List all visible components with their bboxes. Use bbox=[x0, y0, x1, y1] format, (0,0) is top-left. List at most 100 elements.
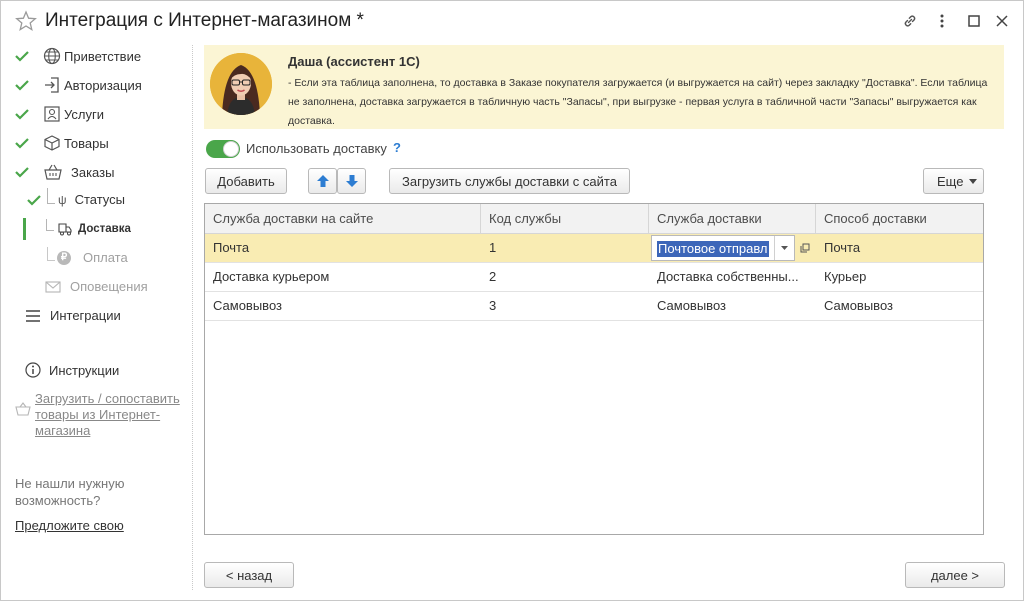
use-delivery-toggle[interactable] bbox=[206, 140, 240, 158]
table-row[interactable]: Доставка курьером 2 Доставка собственны.… bbox=[205, 263, 983, 292]
arrow-down-icon bbox=[345, 175, 358, 187]
sidebar-item-welcome[interactable]: Приветствие bbox=[15, 47, 141, 65]
sidebar-item-label: Оплата bbox=[83, 250, 128, 265]
service-editor[interactable]: Почтовое отправл bbox=[651, 235, 795, 261]
sidebar-item-instructions[interactable]: Инструкции bbox=[25, 362, 119, 378]
title-bar: Интеграция с Интернет-магазином * bbox=[1, 1, 1023, 41]
cell-code[interactable]: 2 bbox=[481, 263, 649, 291]
sidebar-subitem-notifications[interactable]: Оповещения bbox=[45, 279, 148, 294]
hamburger-icon bbox=[26, 309, 40, 322]
load-goods-link-text[interactable]: Загрузить / сопоставить товары из Интерн… bbox=[35, 391, 180, 438]
app-window: Интеграция с Интернет-магазином * Привет… bbox=[0, 0, 1024, 601]
suggest-link[interactable]: Предложите свою bbox=[15, 518, 124, 533]
move-down-button[interactable] bbox=[337, 168, 366, 194]
next-button[interactable]: далее > bbox=[905, 562, 1005, 588]
load-goods-link[interactable]: Загрузить / сопоставить товары из Интерн… bbox=[35, 391, 185, 439]
check-icon bbox=[15, 167, 29, 178]
sidebar-item-integrations[interactable]: Интеграции bbox=[25, 308, 121, 323]
table-row[interactable]: Самовывоз 3 Самовывоз Самовывоз bbox=[205, 292, 983, 321]
info-icon bbox=[25, 362, 41, 378]
more-button-label: Еще bbox=[937, 173, 964, 189]
sidebar-item-services[interactable]: Услуги bbox=[15, 105, 104, 123]
chevron-down-icon bbox=[781, 246, 788, 250]
sidebar-item-label: Товары bbox=[64, 135, 109, 151]
sidebar-item-label: Доставка bbox=[78, 223, 131, 235]
help-icon[interactable]: ? bbox=[393, 140, 401, 155]
services-icon bbox=[44, 106, 60, 122]
cell-service[interactable]: Доставка собственны... bbox=[649, 263, 809, 291]
cell-code[interactable]: 1 bbox=[481, 234, 649, 262]
link-icon[interactable] bbox=[900, 11, 920, 31]
service-editor-value[interactable]: Почтовое отправл bbox=[657, 241, 769, 257]
globe-icon bbox=[43, 47, 61, 65]
current-step-marker bbox=[23, 218, 26, 240]
sidebar-item-label: Оповещения bbox=[70, 279, 148, 294]
check-icon bbox=[27, 194, 41, 206]
delivery-icon bbox=[58, 223, 72, 236]
hint-text: Не нашли нужную возможность? bbox=[15, 476, 125, 508]
sidebar-subitem-statuses[interactable]: ψ Статусы bbox=[27, 187, 126, 207]
favorite-star-icon[interactable] bbox=[15, 10, 37, 32]
cell-service[interactable]: Самовывоз bbox=[649, 292, 809, 320]
sidebar-subitem-delivery[interactable]: Доставка bbox=[23, 218, 131, 240]
maximize-icon[interactable] bbox=[964, 11, 984, 31]
chevron-down-icon bbox=[969, 178, 978, 184]
table-header: Служба доставки на сайте Код службы Служ… bbox=[205, 204, 983, 234]
assistant-avatar bbox=[210, 53, 272, 115]
sidebar-item-label: Услуги bbox=[64, 106, 104, 122]
add-button[interactable]: Добавить bbox=[205, 168, 287, 194]
assistant-panel: Даша (ассистент 1С) - Если эта таблица з… bbox=[204, 45, 1004, 129]
table-row[interactable]: Почта 1 Почтовое отправл Почта bbox=[205, 234, 983, 263]
column-header[interactable]: Код службы bbox=[481, 204, 649, 234]
arrow-up-icon bbox=[316, 175, 329, 187]
move-up-button[interactable] bbox=[308, 168, 337, 194]
tree-line-icon bbox=[47, 187, 55, 204]
sidebar-item-authorization[interactable]: Авторизация bbox=[15, 76, 142, 94]
sidebar-item-label: Заказы bbox=[71, 164, 115, 180]
dropdown-button[interactable] bbox=[774, 236, 794, 260]
load-delivery-services-button[interactable]: Загрузить службы доставки с сайта bbox=[389, 168, 630, 194]
sidebar-item-goods[interactable]: Товары bbox=[15, 134, 109, 152]
cell-method[interactable]: Почта bbox=[816, 234, 983, 262]
cell-method[interactable]: Самовывоз bbox=[816, 292, 983, 320]
check-icon bbox=[15, 51, 29, 62]
use-delivery-label[interactable]: Использовать доставку bbox=[246, 141, 387, 156]
column-header[interactable]: Служба доставки на сайте bbox=[205, 204, 481, 234]
tree-line-icon bbox=[47, 246, 55, 261]
cell-site-service[interactable]: Почта bbox=[205, 234, 481, 262]
delivery-services-table: Служба доставки на сайте Код службы Служ… bbox=[204, 203, 984, 535]
sidebar-item-label: Статусы bbox=[74, 192, 126, 207]
assistant-message: - Если эта таблица заполнена, то доставк… bbox=[288, 77, 988, 127]
check-icon bbox=[15, 80, 29, 91]
toggle-knob bbox=[223, 141, 239, 157]
statuses-icon: ψ bbox=[58, 192, 67, 207]
column-header[interactable]: Способ доставки bbox=[816, 204, 983, 234]
cell-code[interactable]: 3 bbox=[481, 292, 649, 320]
sidebar-item-orders[interactable]: Заказы bbox=[15, 163, 114, 181]
sidebar-item-label: Авторизация bbox=[64, 77, 142, 93]
basket-icon bbox=[44, 164, 62, 180]
suggest-link-text[interactable]: Предложите свою bbox=[15, 518, 124, 533]
close-icon[interactable] bbox=[992, 11, 1012, 31]
envelope-icon bbox=[45, 280, 61, 293]
assistant-name: Даша (ассистент 1С) bbox=[288, 54, 420, 69]
open-window-icon bbox=[800, 243, 810, 253]
tree-line-icon bbox=[46, 219, 54, 231]
cell-method[interactable]: Курьер bbox=[816, 263, 983, 291]
window-title: Интеграция с Интернет-магазином * bbox=[45, 10, 364, 31]
cell-site-service[interactable]: Доставка курьером bbox=[205, 263, 481, 291]
cell-site-service[interactable]: Самовывоз bbox=[205, 292, 481, 320]
sidebar-subitem-payment[interactable]: ₽ Оплата bbox=[47, 246, 128, 265]
sidebar-item-label: Приветствие bbox=[64, 48, 142, 64]
back-button[interactable]: < назад bbox=[204, 562, 294, 588]
sidebar-item-label: Инструкции bbox=[49, 362, 120, 378]
login-icon bbox=[45, 77, 59, 93]
more-menu-icon[interactable] bbox=[932, 11, 952, 31]
box-icon bbox=[44, 135, 60, 151]
more-button[interactable]: Еще bbox=[923, 168, 984, 194]
sidebar-divider bbox=[192, 45, 193, 590]
open-item-button[interactable] bbox=[795, 236, 815, 260]
column-header[interactable]: Служба доставки bbox=[649, 204, 816, 234]
check-icon bbox=[15, 109, 29, 120]
sidebar-item-label: Интеграции bbox=[50, 308, 121, 323]
